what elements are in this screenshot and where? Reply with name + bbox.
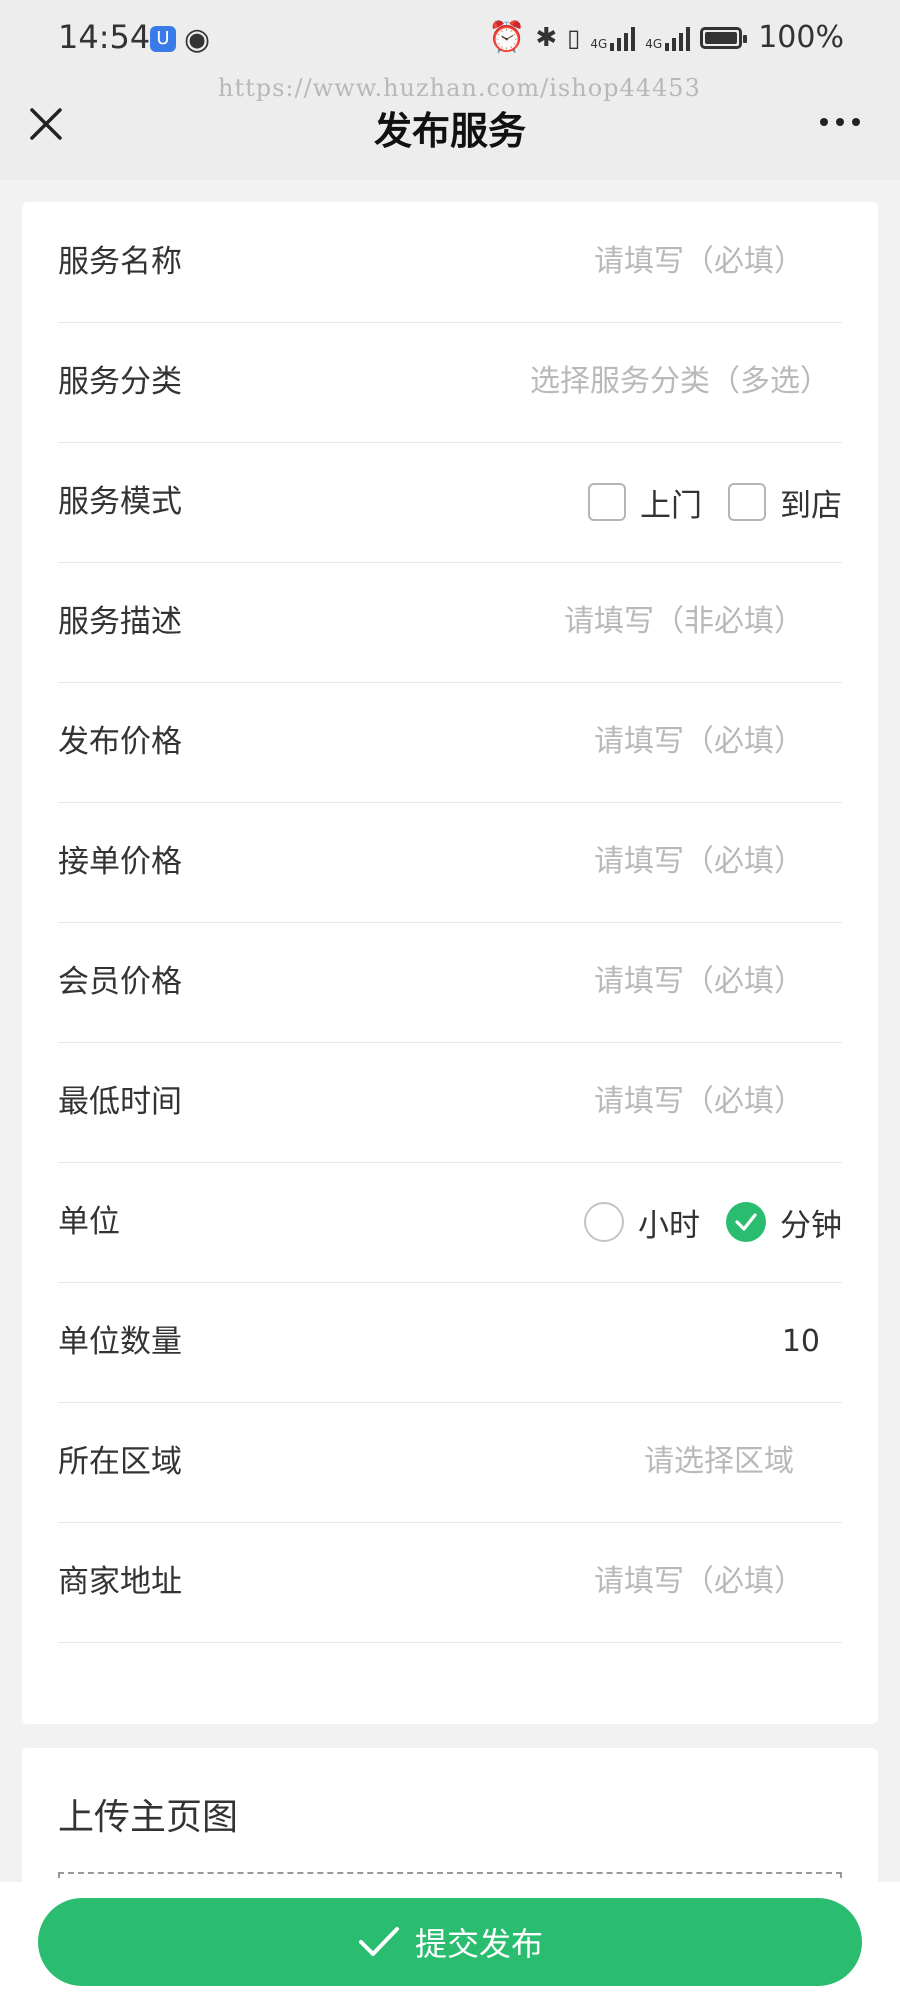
watermark: https://www.huzhan.com/ishop44453: [218, 74, 701, 102]
unit-option-minute[interactable]: 分钟: [726, 1200, 842, 1245]
more-dot-icon: [836, 118, 844, 126]
service-name-input[interactable]: 请填写（必填）: [594, 202, 804, 322]
form-row-unit: 单位 小时 分钟: [58, 1162, 842, 1283]
field-label: 服务模式: [58, 484, 182, 520]
unit-option-hour[interactable]: 小时: [584, 1200, 700, 1245]
form-row-min-time[interactable]: 最低时间 请填写（必填）: [58, 1042, 842, 1163]
bottom-action-bar: 提交发布: [0, 1882, 900, 2000]
order-price-input[interactable]: 请填写（必填）: [594, 802, 804, 922]
option-label: 到店: [780, 487, 842, 524]
field-label: 最低时间: [58, 1084, 182, 1120]
option-label: 小时: [638, 1207, 700, 1244]
form-row-order-price[interactable]: 接单价格 请填写（必填）: [58, 802, 842, 923]
form-row-publish-price[interactable]: 发布价格 请填写（必填）: [58, 682, 842, 803]
vibrate-icon: ▯: [567, 23, 581, 52]
service-mode-options: 上门 到店: [588, 442, 842, 562]
field-label: 服务描述: [58, 604, 182, 640]
form-row-merchant-address[interactable]: 商家地址 请填写（必填）: [58, 1522, 842, 1643]
option-label: 分钟: [780, 1207, 842, 1244]
unit-quantity-input[interactable]: 10: [782, 1282, 820, 1402]
field-label: 所在区域: [58, 1444, 182, 1480]
battery-icon: [700, 26, 748, 49]
more-menu-button[interactable]: [820, 118, 860, 126]
bluetooth-icon: ✱: [535, 22, 558, 53]
page-title: 发布服务: [373, 109, 526, 153]
publish-price-input[interactable]: 请填写（必填）: [594, 682, 804, 802]
unit-options: 小时 分钟: [584, 1162, 842, 1282]
radio-checked-icon[interactable]: [726, 1202, 766, 1242]
field-label: 服务分类: [58, 364, 182, 400]
region-select[interactable]: 请选择区域: [644, 1402, 794, 1522]
field-label: 接单价格: [58, 844, 182, 880]
form-row-service-mode: 服务模式 上门 到店: [58, 442, 842, 563]
signal-icon-2: 4G: [645, 25, 691, 51]
form-row-service-name[interactable]: 服务名称 请填写（必填）: [58, 202, 842, 323]
form-row-unit-quantity[interactable]: 单位数量 10: [58, 1282, 842, 1403]
checkbox-icon[interactable]: [728, 483, 766, 521]
field-label: 单位数量: [58, 1324, 182, 1360]
radio-icon[interactable]: [584, 1202, 624, 1242]
option-label: 上门: [640, 487, 702, 524]
field-label: 单位: [58, 1204, 120, 1240]
form-row-region[interactable]: 所在区域 请选择区域: [58, 1402, 842, 1523]
eye-icon: ◉: [184, 22, 211, 57]
field-label: 商家地址: [58, 1564, 182, 1600]
status-indicators: ⏰ ✱ ▯ 4G 4G 100%: [488, 20, 844, 55]
status-bar: 14:54 U ◉ ⏰ ✱ ▯ 4G 4G 100%: [0, 0, 900, 78]
submit-button[interactable]: 提交发布: [38, 1898, 862, 1986]
check-icon: [358, 1927, 399, 1956]
mode-option-home[interactable]: 上门: [588, 480, 702, 525]
upload-title: 上传主页图: [58, 1797, 239, 1838]
more-dot-icon: [820, 118, 828, 126]
form-row-service-description[interactable]: 服务描述 请填写（非必填）: [58, 562, 842, 683]
form-row-service-category[interactable]: 服务分类 选择服务分类（多选）: [58, 322, 842, 443]
field-label: 会员价格: [58, 964, 182, 1000]
signal-icon: 4G: [590, 25, 636, 51]
status-time: 14:54: [58, 18, 151, 56]
field-label: 发布价格: [58, 724, 182, 760]
service-category-select[interactable]: 选择服务分类（多选）: [530, 322, 830, 442]
min-time-input[interactable]: 请填写（必填）: [594, 1042, 804, 1162]
service-form-card: 服务名称 请填写（必填） 服务分类 选择服务分类（多选） 服务模式 上门 到店 …: [22, 202, 878, 1724]
field-label: 服务名称: [58, 244, 182, 280]
mode-option-store[interactable]: 到店: [728, 480, 842, 525]
merchant-address-input[interactable]: 请填写（必填）: [594, 1522, 804, 1642]
more-dot-icon: [852, 118, 860, 126]
checkbox-icon[interactable]: [588, 483, 626, 521]
app-notification-icon: U: [150, 26, 176, 52]
submit-label: 提交发布: [414, 1925, 543, 1963]
form-row-member-price[interactable]: 会员价格 请填写（必填）: [58, 922, 842, 1043]
battery-level: 100%: [758, 20, 844, 55]
member-price-input[interactable]: 请填写（必填）: [594, 922, 804, 1042]
alarm-icon: ⏰: [487, 20, 526, 55]
service-description-input[interactable]: 请填写（非必填）: [564, 562, 804, 682]
